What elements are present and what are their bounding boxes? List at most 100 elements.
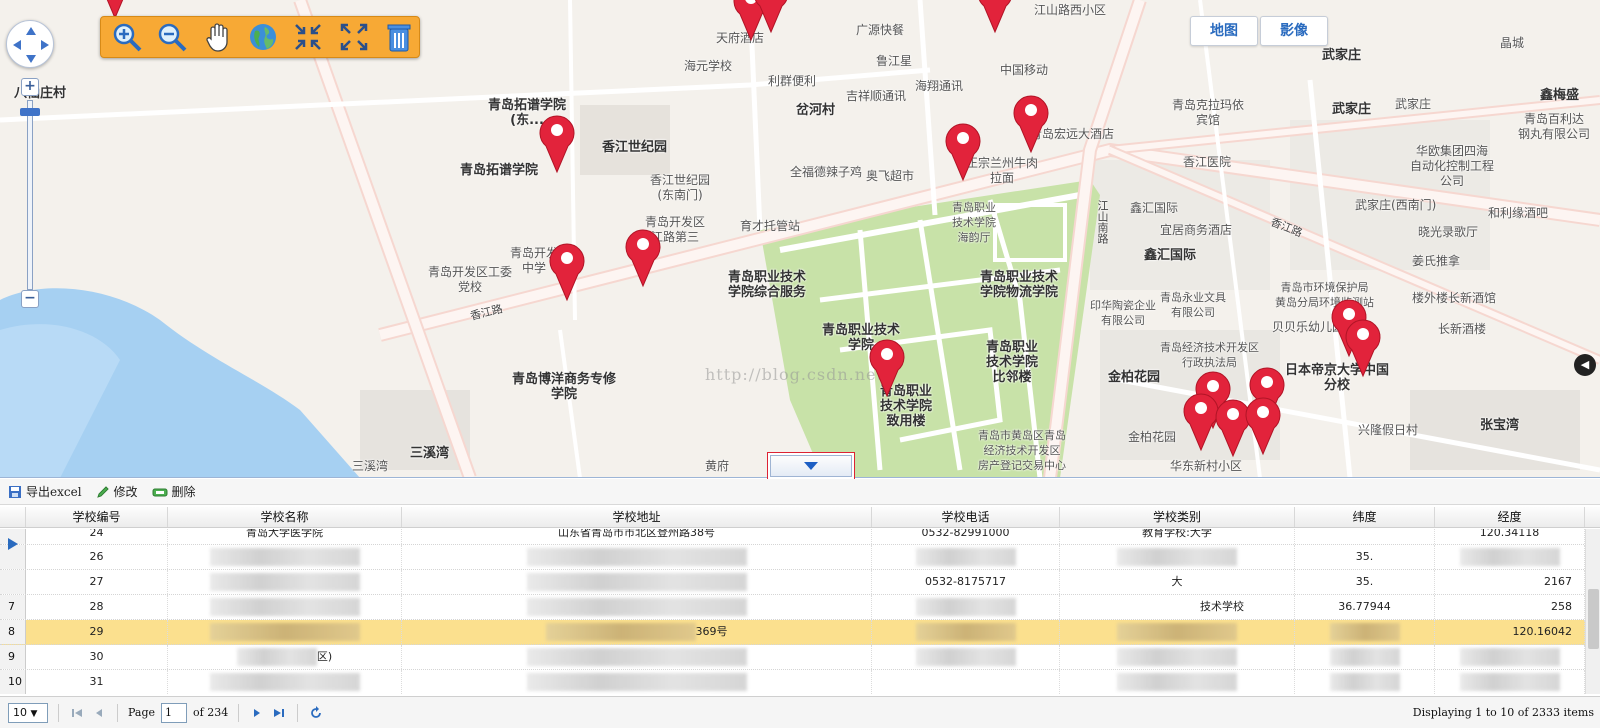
side-panel-toggle-button[interactable]: ◀ <box>1574 354 1596 376</box>
map-label: 晓光录歌厅 <box>1418 225 1479 239</box>
page-number-input[interactable]: 1 <box>161 702 188 723</box>
redacted-block <box>915 623 1016 641</box>
map-label: 青岛职业 技术学院 比邻楼 <box>986 340 1039 385</box>
cell-name: 青岛大学医学院 <box>168 529 402 544</box>
cell-phone: 0532-82991000 <box>872 529 1060 544</box>
map-label: 江山路西小区 <box>1034 3 1107 17</box>
expand-button[interactable] <box>334 19 373 55</box>
map-label: 华东新村小区 <box>1170 459 1243 473</box>
map-marker-pin[interactable] <box>624 226 662 288</box>
collapse-grid-button[interactable] <box>767 452 855 480</box>
collapse-icon <box>295 24 322 50</box>
vertical-scrollbar[interactable] <box>1585 529 1600 694</box>
delete-label: 删除 <box>171 485 196 499</box>
next-page-button[interactable] <box>249 705 265 721</box>
column-header-phone[interactable]: 学校电话 <box>872 507 1060 527</box>
map-label: 青岛博洋商务专修 学院 <box>512 372 617 402</box>
edit-button[interactable]: 修改 <box>96 483 138 500</box>
table-row[interactable]: 27 0532-8175717 大 35. 2167 <box>0 570 1600 595</box>
map-label: 利群便利 <box>768 74 817 88</box>
table-row[interactable]: 7 28 技术学校 36.77944 258 <box>0 595 1600 620</box>
column-header-address[interactable]: 学校地址 <box>402 507 872 527</box>
column-header-name[interactable]: 学校名称 <box>168 507 402 527</box>
pan-arrows-icon[interactable] <box>7 21 55 69</box>
cell-name <box>168 570 402 594</box>
cell-id: 28 <box>26 595 168 619</box>
grid-header: 学校编号 学校名称 学校地址 学校电话 学校类别 纬度 经度 <box>0 507 1600 528</box>
satellite-type-button[interactable]: 影像 <box>1260 16 1328 46</box>
shrink-button[interactable] <box>289 19 328 55</box>
page-size-select[interactable]: 10 ▼ <box>8 702 48 723</box>
map-marker-pin[interactable] <box>1012 92 1050 154</box>
delete-button[interactable]: 删除 <box>152 483 196 500</box>
pan-hand-button[interactable] <box>198 19 237 55</box>
redacted-block <box>526 648 747 666</box>
table-row[interactable]: 26 35. <box>0 545 1600 570</box>
map-marker-pin[interactable] <box>1344 316 1382 378</box>
map-marker-pin[interactable] <box>538 112 576 174</box>
map-label: 长新酒楼 <box>1438 322 1487 336</box>
zoom-thumb[interactable] <box>20 108 40 116</box>
zoom-slider[interactable]: + − <box>19 78 41 310</box>
zoom-in-button[interactable] <box>107 19 146 55</box>
first-page-button[interactable] <box>69 705 85 721</box>
scrollbar-thumb[interactable] <box>1588 589 1599 649</box>
map-marker-pin[interactable] <box>868 336 906 398</box>
cell-phone <box>872 620 1060 644</box>
zoom-track[interactable] <box>27 100 33 290</box>
clear-button[interactable] <box>380 19 419 55</box>
map-label: 金柏花园 <box>1128 430 1177 444</box>
map-label: 和利缘酒吧 <box>1488 206 1549 220</box>
redacted-block <box>915 648 1016 666</box>
zoom-in-small-button[interactable]: + <box>21 78 39 96</box>
map-marker-pin[interactable] <box>944 120 982 182</box>
column-header-type[interactable]: 学校类别 <box>1060 507 1295 527</box>
map-marker-pin[interactable] <box>548 240 586 302</box>
table-row[interactable]: 24 青岛大学医学院 山东省青岛市市北区登州路38号 0532-82991000… <box>0 529 1600 545</box>
map-label: 金柏花园 <box>1108 370 1161 385</box>
column-header-latitude[interactable]: 纬度 <box>1295 507 1435 527</box>
export-excel-label: 导出excel <box>26 485 82 499</box>
map-label: 香江世纪园 <box>602 140 668 155</box>
column-header-longitude[interactable]: 经度 <box>1435 507 1585 527</box>
column-header-id[interactable]: 学校编号 <box>26 507 168 527</box>
redacted-block <box>1459 673 1560 691</box>
cell-latitude: 35. <box>1295 545 1435 569</box>
cell-address-text: 369号 <box>695 625 728 638</box>
cell-id: 31 <box>26 670 168 694</box>
cell-address <box>402 570 872 594</box>
map-view[interactable]: 青岛拓谱学院 (东... 青岛拓谱学院 香江世纪园 香江世纪园 (东南门) 青岛… <box>0 0 1600 478</box>
full-extent-button[interactable] <box>243 19 282 55</box>
cell-type: 教育学校:大学 <box>1060 529 1295 544</box>
cell-phone <box>872 545 1060 569</box>
grid-body[interactable]: 24 青岛大学医学院 山东省青岛市市北区登州路38号 0532-82991000… <box>0 529 1600 694</box>
pager-info: Displaying 1 to 10 of 2333 items <box>1412 706 1594 719</box>
zoom-out-button[interactable] <box>152 19 191 55</box>
pan-control[interactable] <box>6 20 54 68</box>
cell-type <box>1060 670 1295 694</box>
cell-phone <box>872 645 1060 669</box>
last-page-button[interactable] <box>271 705 287 721</box>
table-row-selected[interactable]: 8 29 369号 120.16042 <box>0 620 1600 645</box>
map-marker-pin[interactable] <box>976 0 1014 34</box>
redacted-block <box>209 548 360 566</box>
delete-icon <box>152 488 168 496</box>
map-label: 青岛经济技术开发区 行政执法局 <box>1160 341 1259 369</box>
hand-icon <box>205 23 228 52</box>
table-row[interactable]: 9 30 区) <box>0 645 1600 670</box>
redacted-block <box>1117 548 1237 566</box>
cell-address <box>402 670 872 694</box>
export-excel-button[interactable]: 导出excel <box>8 483 82 500</box>
prev-page-button[interactable] <box>91 705 107 721</box>
row-number: 8 <box>0 620 26 644</box>
table-row[interactable]: 10 31 <box>0 670 1600 694</box>
map-type-button[interactable]: 地图 <box>1190 16 1258 46</box>
map-marker-pin[interactable] <box>752 0 790 34</box>
map-marker-pin[interactable] <box>1244 394 1282 456</box>
prev-page-icon <box>96 708 102 717</box>
map-label: 武家庄 <box>1322 48 1362 63</box>
refresh-button[interactable] <box>308 705 324 721</box>
separator <box>117 703 118 722</box>
zoom-out-small-button[interactable]: − <box>21 290 39 308</box>
redacted-block <box>1117 673 1237 691</box>
